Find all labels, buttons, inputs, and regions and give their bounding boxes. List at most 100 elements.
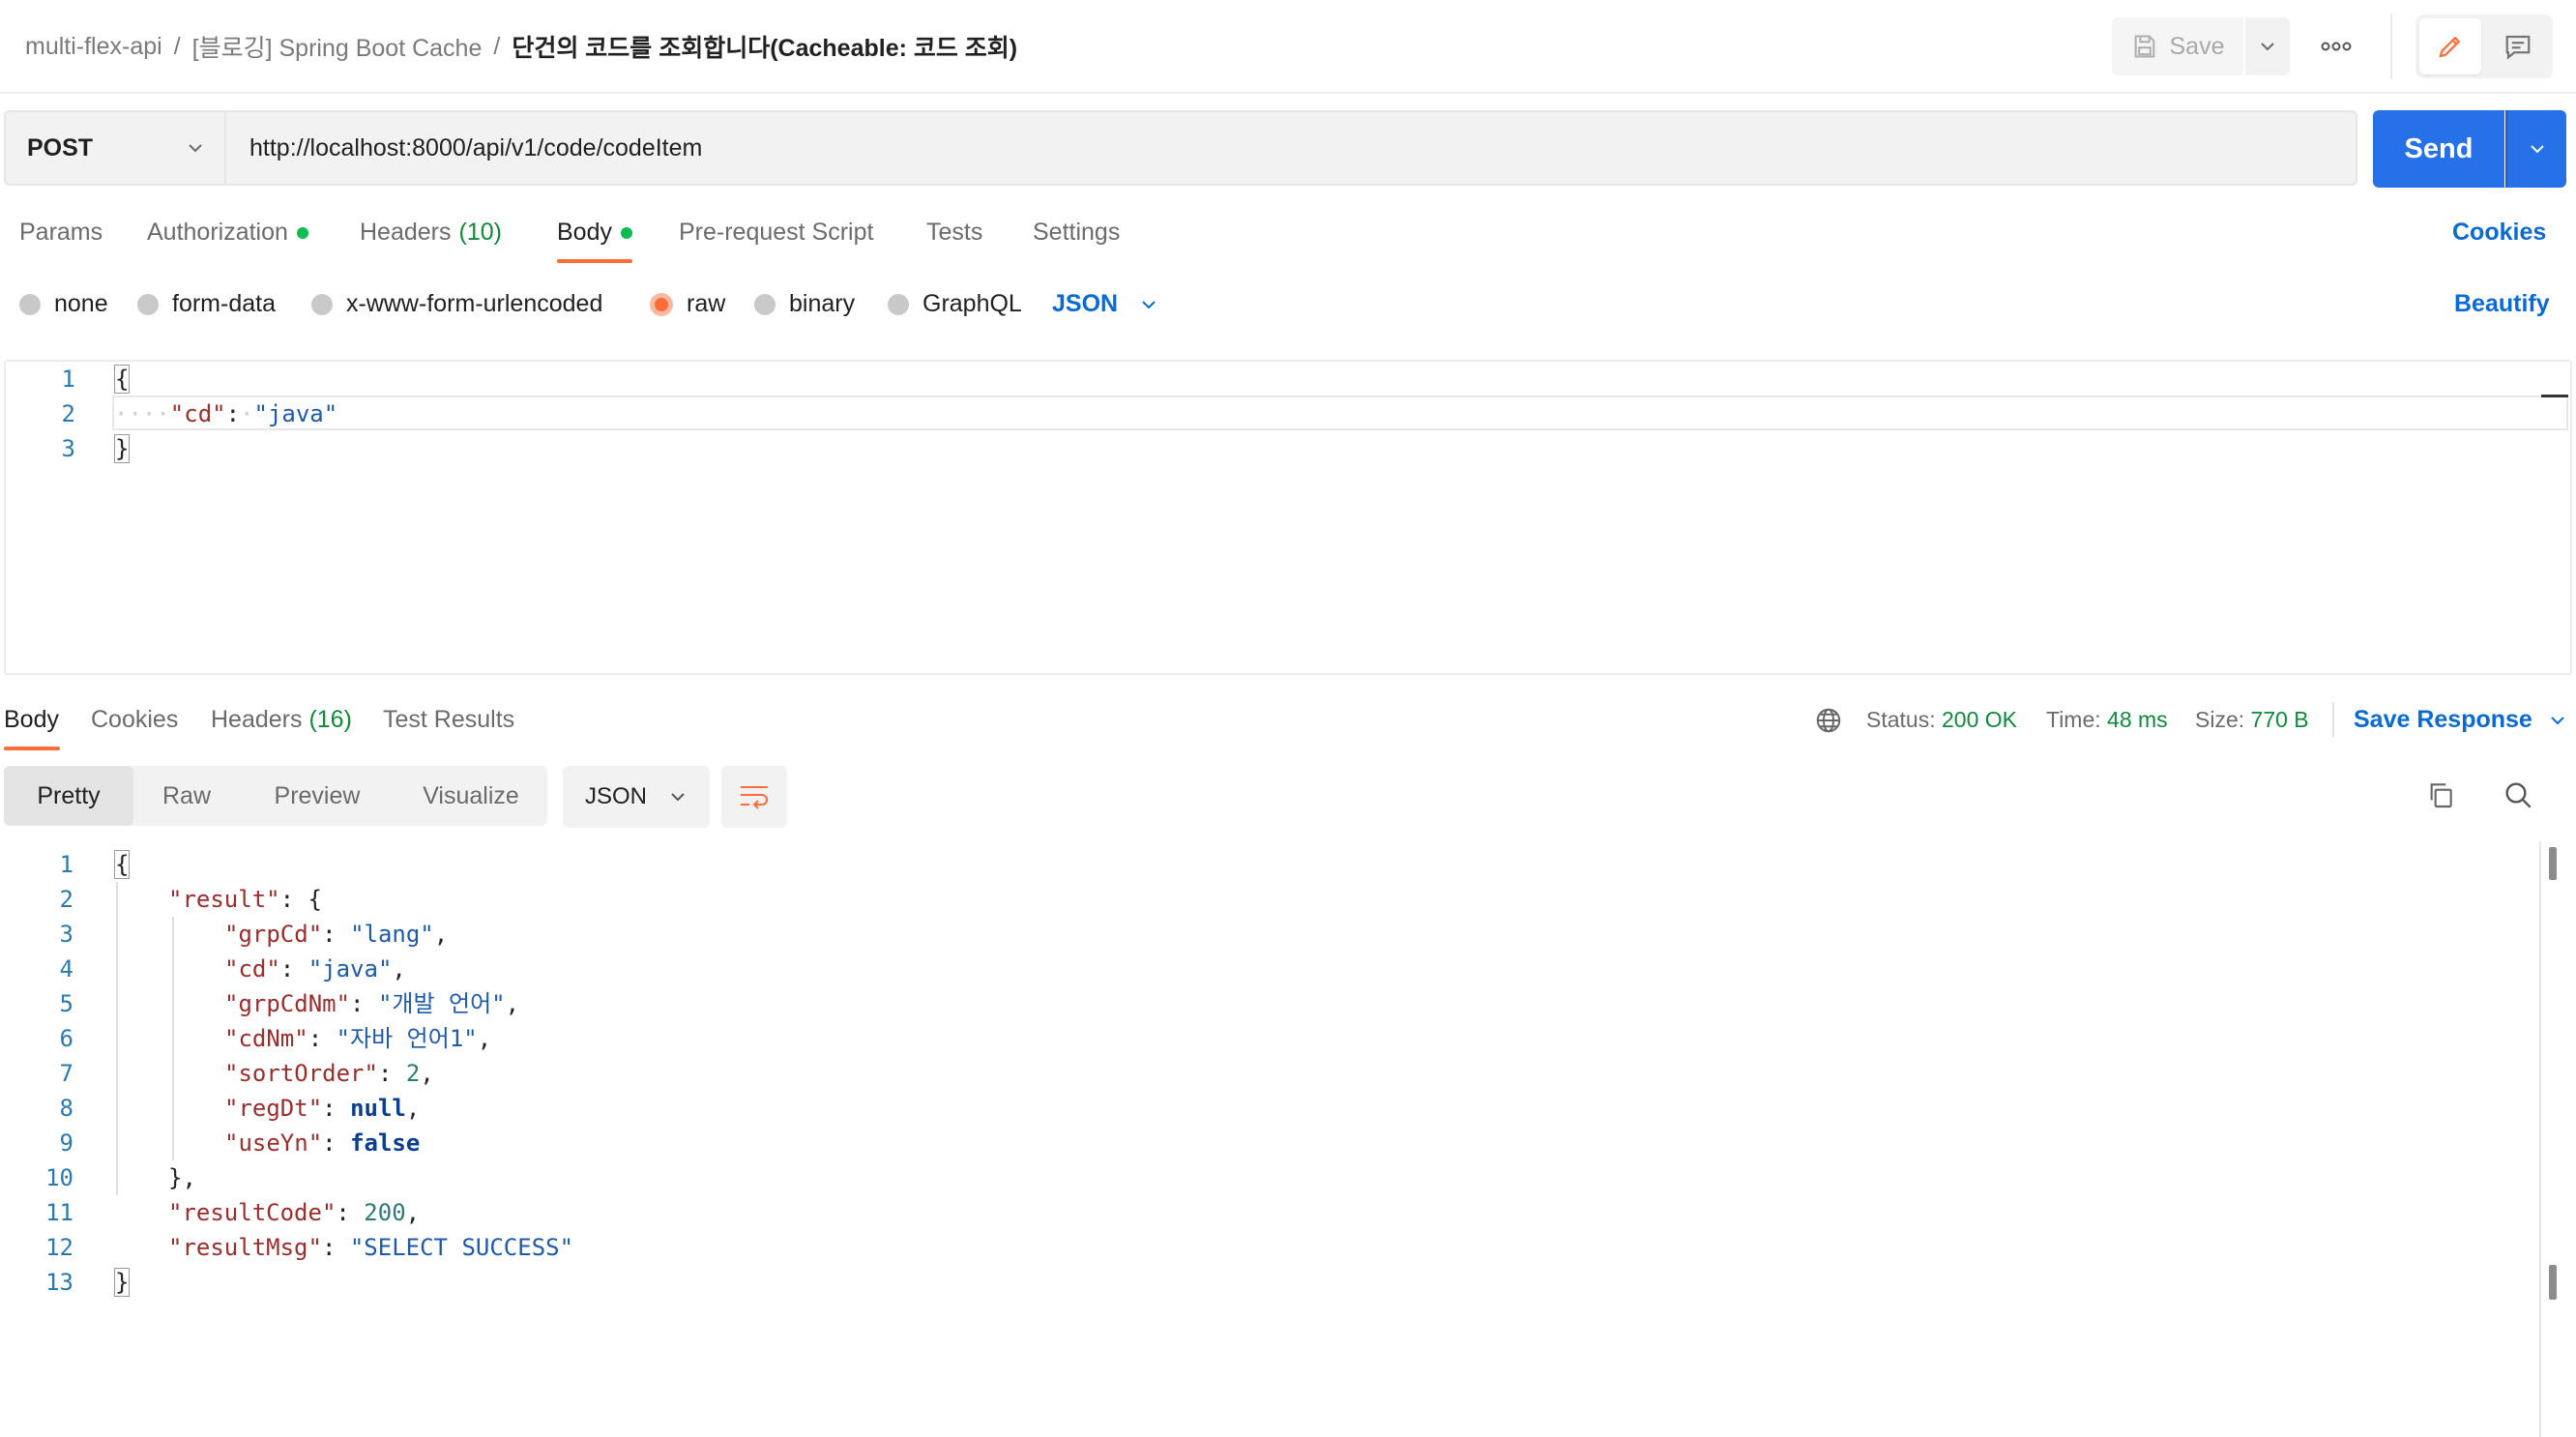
json-key: "useYn" [224,1129,323,1157]
radio-circle [19,293,41,315]
radio-circle [311,293,333,315]
breadcrumb-collection[interactable]: [블로깅] Spring Boot Cache [192,29,483,64]
format-label: JSON [584,783,647,809]
wrap-lines-button[interactable] [721,766,787,828]
code-line: ····"cd":·"java" [114,400,338,427]
search-icon[interactable] [2503,779,2533,815]
language-label: JSON [1052,290,1119,317]
radio-label: x-www-form-urlencoded [346,290,603,317]
tab-label: Settings [1033,219,1121,246]
save-options-button[interactable] [2245,17,2290,75]
json-colon: : [225,400,241,427]
url-input[interactable]: http://localhost:8000/api/v1/code/codeIt… [224,110,2357,186]
view-pretty[interactable]: Pretty [4,766,133,826]
line-number: 12 [45,1234,73,1261]
send-button[interactable]: Send [2373,110,2504,188]
line-number: 8 [59,1095,73,1122]
json-key: "cd" [169,400,226,427]
tab-settings[interactable]: Settings [1033,219,1120,247]
scrollbar-track[interactable] [2539,841,2541,1437]
beautify-button[interactable]: Beautify [2454,290,2550,318]
copy-icon[interactable] [2425,779,2456,815]
chevron-down-icon [189,144,202,153]
active-tab-indicator [557,259,632,263]
response-tab-cookies[interactable]: Cookies [91,706,178,734]
brace: } [114,1268,131,1297]
radio-form-data[interactable]: form-data [137,290,276,318]
save-icon [2134,35,2154,58]
view-raw[interactable]: Raw [133,766,240,826]
radio-graphql[interactable]: GraphQL [888,290,1022,318]
comment-icon [2505,35,2531,60]
tab-pre-request-script[interactable]: Pre-request Script [679,219,873,247]
more-actions-button[interactable] [2313,17,2359,75]
code-line: "grpCdNm": "개발 언어", [224,990,520,1017]
code-line: "result": { [168,882,322,917]
indent-dots: ···· [114,400,170,427]
tab-params[interactable]: Params [19,219,102,247]
json-boolean: false [350,1129,421,1157]
response-tab-test-results[interactable]: Test Results [383,706,514,734]
code-line: "resultMsg": "SELECT SUCCESS" [168,1234,574,1261]
line-number: 6 [59,1025,73,1052]
response-tab-body[interactable]: Body [4,706,59,734]
tab-label: Pre-request Script [679,219,874,246]
radio-none[interactable]: none [19,290,108,318]
brace: { [114,365,131,394]
radio-binary[interactable]: binary [754,290,855,318]
response-format-select[interactable]: JSON [563,766,710,828]
method-value: POST [27,133,94,161]
indent-guide [116,882,118,1195]
cookies-link[interactable]: Cookies [2452,219,2546,247]
save-label: Save [2169,32,2225,60]
breadcrumb-workspace[interactable]: multi-flex-api [25,33,162,61]
code-line: "cd": "java", [224,955,406,982]
view-preview[interactable]: Preview [240,766,395,826]
body-language-select[interactable]: JSON [1052,290,1158,318]
tab-tests[interactable]: Tests [926,219,982,247]
more-icon [2321,42,2352,51]
radio-label: binary [789,290,856,317]
edit-mode-button[interactable] [2419,18,2481,74]
comments-button[interactable] [2487,18,2549,74]
json-number: 200 [364,1199,406,1226]
globe-icon[interactable] [1814,706,1843,740]
tab-count: (16) [308,706,352,733]
tab-headers[interactable]: Headers (10) [360,219,502,247]
radio-raw[interactable]: raw [650,290,725,318]
view-visualize[interactable]: Visualize [395,766,547,826]
save-button[interactable]: Save [2112,17,2243,75]
response-tab-headers[interactable]: Headers (16) [211,706,352,734]
tab-label: Headers [211,706,303,733]
radio-x-www-form-urlencoded[interactable]: x-www-form-urlencoded [311,290,602,318]
line-number: 9 [59,1129,73,1157]
method-select[interactable]: POST [4,110,224,186]
line-number: 13 [45,1269,73,1296]
code-line: "grpCd": "lang", [224,921,449,948]
json-string: "SELECT SUCCESS" [349,1234,574,1261]
line-number: 4 [59,955,73,982]
send-options-button[interactable] [2505,110,2566,188]
request-title[interactable]: 단건의 코드를 조회합니다(Cacheable: 코드 조회) [512,29,1017,64]
code-line: "resultCode": 200, [168,1199,421,1226]
json-key: "result" [168,886,280,913]
json-key: "grpCd" [224,921,323,948]
code-line: }, [168,1160,196,1195]
json-key: "resultCode" [168,1199,337,1226]
response-view-switcher: Pretty Raw Preview Visualize [4,766,547,826]
save-response-label: Save Response [2354,706,2532,733]
line-number: 10 [45,1164,73,1191]
tab-authorization[interactable]: Authorization [147,219,308,247]
tab-label: Body [557,219,612,246]
line-number: 2 [59,886,73,913]
top-bar: multi-flex-api / [블로깅] Spring Boot Cache… [0,0,2576,94]
json-string: "lang" [350,921,434,948]
code-line: "regDt": null, [224,1095,421,1122]
breadcrumb-separator: / [173,32,181,60]
tab-body[interactable]: Body [557,219,632,247]
json-number: 2 [405,1060,421,1087]
code-line: } [114,1265,131,1300]
brace: { [114,850,131,879]
json-string: "자바 언어1" [336,1025,478,1052]
save-response-button[interactable]: Save Response [2354,706,2567,734]
